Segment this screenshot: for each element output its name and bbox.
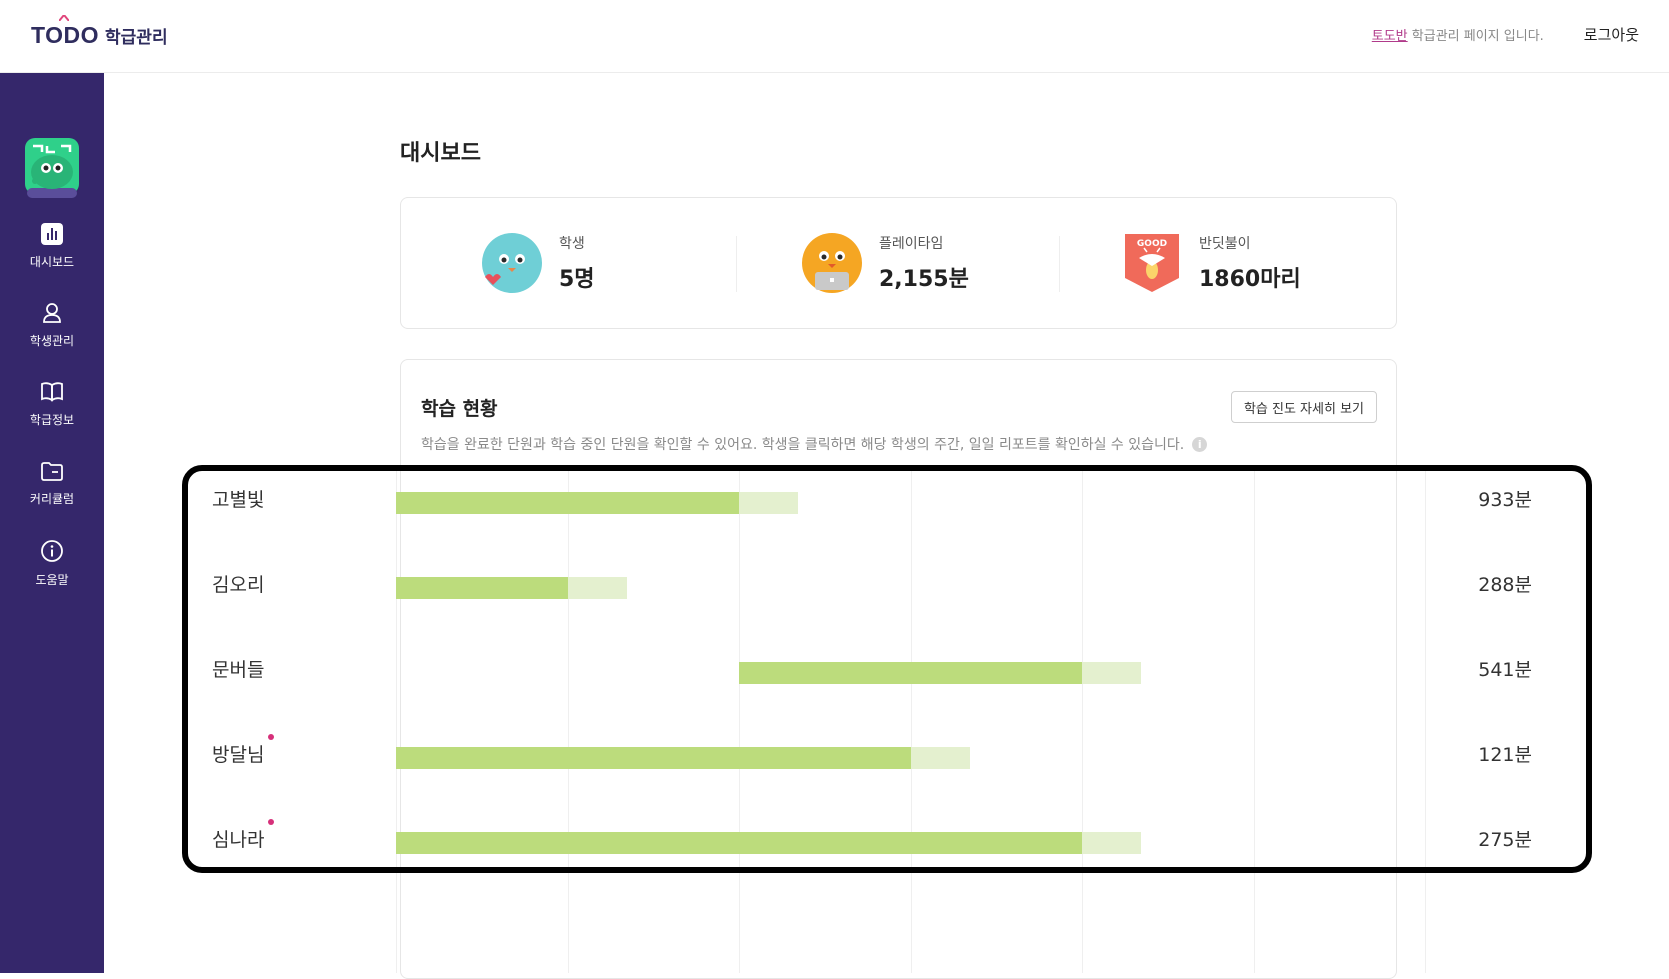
student-avatar-icon — [482, 233, 542, 293]
stat-value: 5명 — [559, 267, 595, 292]
logo[interactable]: TODO 학급관리 — [31, 15, 168, 49]
student-name[interactable]: 심나라 — [212, 825, 264, 852]
new-dot-badge — [268, 819, 274, 825]
stat-playtime: 플레이타임 2,155분 — [801, 232, 969, 294]
student-progress-row[interactable]: 문버들 541분 — [182, 635, 1592, 695]
grid-line — [1425, 465, 1426, 973]
mascot-logo-icon — [25, 138, 79, 198]
completed-bar — [396, 747, 911, 769]
stats-card: 학생 5명 플레이타임 2,155분 GOOD 반딧불이 1860마리 — [400, 197, 1397, 329]
bar-chart-icon — [41, 223, 63, 245]
completed-bar — [396, 492, 739, 514]
divider — [736, 236, 737, 292]
header-right: 토도반 학급관리 페이지 입니다. 로그아웃 — [1372, 24, 1639, 45]
firefly-badge-icon: GOOD — [1125, 234, 1179, 292]
student-name[interactable]: 방달님 — [212, 740, 264, 767]
student-progress-row[interactable]: 김오리 288분 — [182, 550, 1592, 610]
book-icon — [41, 382, 63, 402]
sidebar-item-class-info[interactable]: 학급정보 — [0, 381, 104, 428]
student-name[interactable]: 고별빛 — [212, 485, 264, 512]
divider — [1059, 236, 1060, 292]
stat-label: 플레이타임 — [879, 236, 944, 252]
grid-line — [567, 465, 569, 973]
student-progress-row[interactable]: 방달님 121분 — [182, 720, 1592, 780]
stat-value: 1860마리 — [1199, 267, 1301, 292]
sidebar-item-help[interactable]: 도움말 — [0, 539, 104, 588]
student-name[interactable]: 김오리 — [212, 570, 264, 597]
folder-icon — [41, 462, 63, 481]
stat-label: 반딧불이 — [1199, 236, 1251, 252]
grid-line — [1253, 465, 1255, 973]
info-icon — [41, 540, 63, 562]
grid-line — [396, 465, 397, 973]
playtime-avatar-icon — [802, 233, 862, 293]
logout-button[interactable]: 로그아웃 — [1584, 24, 1639, 45]
class-notice: 토도반 학급관리 페이지 입니다. — [1371, 29, 1544, 44]
sidebar-item-dashboard[interactable]: 대시보드 — [0, 223, 104, 270]
class-name-link[interactable]: 토도반 — [1372, 29, 1408, 44]
playtime-value: 288분 — [1478, 574, 1532, 596]
playtime-value: 121분 — [1478, 744, 1532, 766]
grid-line — [1082, 465, 1083, 973]
playtime-value: 541분 — [1478, 659, 1532, 681]
grid-line — [910, 465, 912, 973]
logo-todo: TODO — [31, 15, 99, 49]
completed-bar — [739, 662, 1082, 684]
page-title: 대시보드 — [400, 141, 481, 166]
progress-chart: 고별빛 933분김오리 288분문버들 541분방달님 121분심나라 275분 — [182, 465, 1592, 973]
student-progress-row[interactable]: 심나라 275분 — [182, 805, 1592, 865]
logo-hat-icon — [59, 15, 69, 21]
sidebar-item-curriculum[interactable]: 커리큘럼 — [0, 460, 104, 507]
grid-line — [739, 465, 740, 973]
person-icon — [43, 303, 61, 323]
stat-label: 학생 — [559, 236, 585, 252]
playtime-value: 933분 — [1478, 489, 1532, 511]
student-progress-row[interactable]: 고별빛 933분 — [182, 465, 1592, 525]
svg-text:GOOD: GOOD — [1137, 239, 1167, 249]
completed-bar — [396, 577, 568, 599]
info-icon[interactable]: i — [1192, 436, 1208, 452]
progress-description: 학습을 완료한 단원과 학습 중인 단원을 확인할 수 있어요. 학생을 클릭하… — [421, 434, 1208, 454]
completed-bar — [396, 832, 1082, 854]
progress-detail-button[interactable]: 학습 진도 자세히 보기 — [1230, 391, 1377, 423]
stat-students: 학생 5명 — [481, 232, 595, 294]
progress-title: 학습 현황 — [421, 398, 498, 420]
top-header: TODO 학급관리 토도반 학급관리 페이지 입니다. 로그아웃 — [0, 0, 1669, 73]
stat-value: 2,155분 — [879, 267, 969, 292]
new-dot-badge — [268, 734, 274, 740]
stat-fireflies: GOOD 반딧불이 1860마리 — [1121, 232, 1301, 294]
sidebar-item-students[interactable]: 학생관리 — [0, 302, 104, 349]
logo-subtitle: 학급관리 — [105, 28, 168, 48]
playtime-value: 275분 — [1478, 829, 1532, 851]
student-name[interactable]: 문버들 — [212, 655, 264, 682]
sidebar: 대시보드 학생관리 학급정보 커리큘럼 도움말 — [0, 73, 104, 973]
